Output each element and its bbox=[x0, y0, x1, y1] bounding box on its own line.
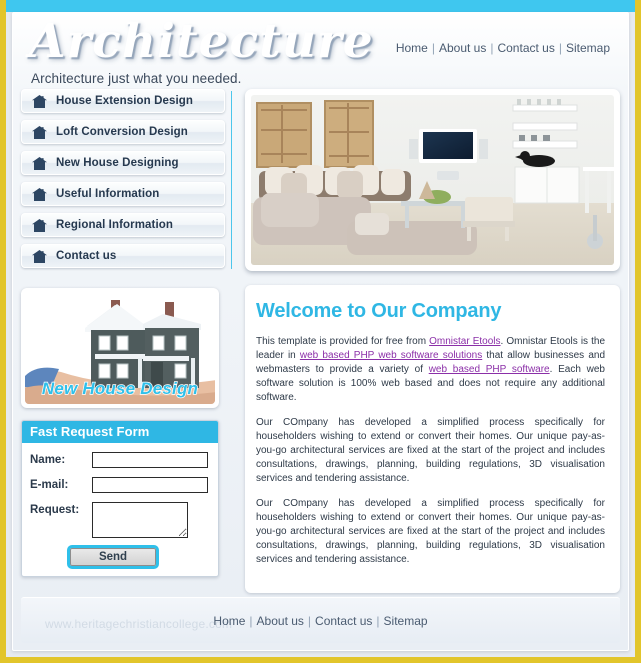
name-label: Name: bbox=[30, 454, 66, 466]
column-divider bbox=[231, 91, 232, 269]
form-body: Name: E-mail: Request: Send bbox=[22, 443, 218, 576]
page-shell: Architecture Architecture just what you … bbox=[12, 12, 629, 651]
welcome-paragraph-3: Our COmpany has developed a simplified p… bbox=[256, 498, 605, 565]
promo-card[interactable]: New House Design bbox=[21, 288, 219, 408]
topnav-separator: | bbox=[558, 41, 562, 55]
form-title: Fast Request Form bbox=[22, 421, 218, 443]
house-icon bbox=[32, 94, 47, 108]
sidebar-item-regional-information[interactable]: Regional Information bbox=[21, 213, 225, 237]
link-web-based-php-software[interactable]: web based PHP software bbox=[429, 364, 550, 375]
house-icon bbox=[32, 125, 47, 139]
footnav-item-home[interactable]: Home bbox=[211, 614, 247, 628]
sidebar-item-label: Loft Conversion Design bbox=[56, 126, 188, 138]
sidebar: House Extension Design Loft Conversion D… bbox=[21, 89, 225, 577]
sidebar-item-label: Useful Information bbox=[56, 188, 160, 200]
hero-image-card bbox=[245, 89, 620, 271]
sidebar-item-label: Contact us bbox=[56, 250, 117, 262]
site-header: Architecture Architecture just what you … bbox=[13, 13, 628, 89]
sidebar-item-useful-information[interactable]: Useful Information bbox=[21, 182, 225, 206]
topnav-item-home[interactable]: Home bbox=[394, 41, 430, 55]
site-footer: www.heritagechristiancollege.com Home | Ab… bbox=[21, 597, 620, 643]
send-button[interactable]: Send bbox=[67, 545, 159, 569]
sidebar-item-label: New House Designing bbox=[56, 157, 179, 169]
content-columns: House Extension Design Loft Conversion D… bbox=[13, 89, 628, 593]
house-icon bbox=[32, 156, 47, 170]
page-title: Welcome to Our Company bbox=[256, 300, 502, 322]
link-omnistar-etools[interactable]: Omnistar Etools bbox=[429, 336, 500, 347]
fast-request-form: Fast Request Form Name: E-mail: Request: bbox=[21, 420, 219, 577]
sidebar-item-label: House Extension Design bbox=[56, 95, 194, 107]
footnav-item-about-us[interactable]: About us bbox=[255, 614, 306, 628]
house-icon bbox=[32, 218, 47, 232]
welcome-panel: Welcome to Our Company This template is … bbox=[245, 285, 620, 593]
top-navigation: Home | About us | Contact us | Sitemap bbox=[394, 41, 612, 55]
site-logo: Architecture bbox=[29, 14, 374, 69]
house-icon bbox=[32, 187, 47, 201]
request-label: Request: bbox=[30, 504, 80, 516]
page-frame: Architecture Architecture just what you … bbox=[0, 0, 641, 663]
modern-living-room-interior-photo bbox=[251, 95, 614, 265]
name-field[interactable] bbox=[92, 452, 208, 468]
form-row-email: E-mail: bbox=[30, 477, 210, 493]
house-icon bbox=[32, 249, 47, 263]
request-field[interactable] bbox=[92, 502, 188, 538]
topnav-item-contact-us[interactable]: Contact us bbox=[495, 41, 556, 55]
footnav-separator: | bbox=[307, 614, 312, 628]
email-field[interactable] bbox=[92, 477, 208, 493]
sidebar-item-label: Regional Information bbox=[56, 219, 173, 231]
topnav-separator: | bbox=[431, 41, 435, 55]
send-button-wrapper: Send bbox=[30, 545, 210, 569]
footer-navigation: Home | About us | Contact us | Sitemap bbox=[21, 614, 620, 628]
email-label: E-mail: bbox=[30, 479, 69, 491]
sidebar-item-house-extension-design[interactable]: House Extension Design bbox=[21, 89, 225, 113]
topnav-item-about-us[interactable]: About us bbox=[437, 41, 488, 55]
footnav-item-contact-us[interactable]: Contact us bbox=[313, 614, 374, 628]
link-web-based-php-web-software-solutions[interactable]: web based PHP web software solutions bbox=[300, 350, 482, 361]
site-tagline: Architecture just what you needed. bbox=[31, 71, 242, 86]
topnav-item-sitemap[interactable]: Sitemap bbox=[564, 41, 612, 55]
top-accent-bar bbox=[6, 0, 635, 12]
footnav-separator: | bbox=[376, 614, 380, 628]
promo-caption: New House Design bbox=[41, 378, 199, 398]
sidebar-item-contact-us[interactable]: Contact us bbox=[21, 244, 225, 268]
welcome-paragraph-2: Our COmpany has developed a simplified p… bbox=[256, 417, 605, 484]
form-row-request: Request: bbox=[30, 502, 210, 538]
sidebar-item-loft-conversion-design[interactable]: Loft Conversion Design bbox=[21, 120, 225, 144]
footnav-separator: | bbox=[249, 614, 253, 628]
sidebar-item-new-house-designing[interactable]: New House Designing bbox=[21, 151, 225, 175]
footnav-item-sitemap[interactable]: Sitemap bbox=[382, 614, 430, 628]
form-row-name: Name: bbox=[30, 452, 210, 468]
paragraph-text: This template is provided for free from bbox=[256, 336, 430, 347]
welcome-paragraph-1: This template is provided for free from … bbox=[256, 335, 605, 405]
main-content: Welcome to Our Company This template is … bbox=[245, 89, 620, 593]
